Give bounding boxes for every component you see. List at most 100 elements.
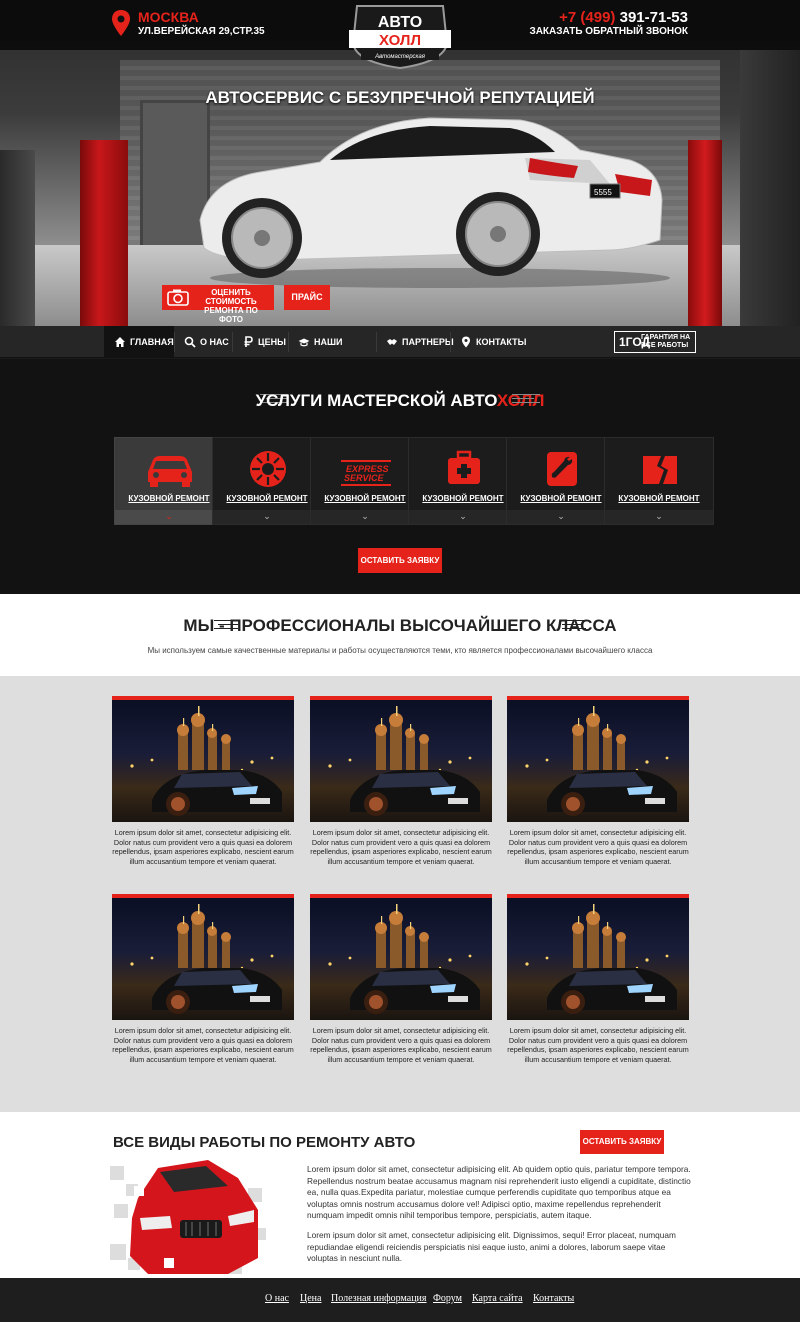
service-card[interactable]: КУЗОВНОЙ РЕМОНТ ⌄ [604,437,714,525]
night-car-photo [328,904,480,1014]
site-logo[interactable]: АВТО ХОЛЛ Автомастерская [347,4,453,70]
nav-item-label: ПАРТНЕРЫ [402,337,454,347]
location-pin-icon [112,10,130,36]
nav-item-label: ГЛАВНАЯ [130,337,174,347]
wrench-icon [547,452,577,486]
card-text: Lorem ipsum dolor sit amet, consectetur … [310,828,492,866]
guarantee-badge: 1год ГАРАНТИЯ НА ВСЕ РАБОТЫ [614,331,696,353]
chevron-down-icon[interactable]: ⌄ [605,510,713,524]
footer-link-sitemap[interactable]: Карта сайта [472,1293,523,1304]
service-card[interactable]: КУЗОВНОЙ РЕМОНТ ⌄ [506,437,616,525]
footer-link-contacts[interactable]: Контакты [533,1293,574,1304]
nav-item-works[interactable]: НАШИ РАБОТЫ [288,326,376,379]
service-text: SERVICE [344,473,385,483]
service-card[interactable]: КУЗОВНОЙ РЕМОНТ ⌄ [114,437,224,525]
logo-text-top: АВТО [377,14,423,31]
ruble-icon [244,336,253,347]
lift-pillar [688,140,722,326]
brake-disc-icon [250,451,286,487]
order-button[interactable]: ОСТАВИТЬ ЗАЯВКУ [358,548,442,573]
service-label: КУЗОВНОЙ РЕМОНТ [618,494,700,503]
gallery-card[interactable]: Lorem ipsum dolor sit amet, consectetur … [112,894,294,1064]
phone-code: +7 (499) [559,9,616,26]
service-label: КУЗОВНОЙ РЕМОНТ [226,494,308,503]
car-icon [148,456,192,487]
logo-text-bottom: ХОЛЛ [379,32,421,49]
nav-item-prices[interactable]: ЦЕНЫ [232,326,288,358]
chevron-down-icon[interactable]: ⌄ [409,510,517,524]
pin-icon [462,336,470,348]
footer-link-forum[interactable]: Форум [433,1293,462,1304]
phone-digits: 391-71-53 [619,9,688,26]
gallery-card[interactable]: Lorem ipsum dolor sit amet, consectetur … [507,696,689,866]
card-text: Lorem ipsum dolor sit amet, consectetur … [310,1026,492,1064]
title-decoration [512,394,540,403]
service-label: КУЗОВНОЙ РЕМОНТ [520,494,602,503]
handshake-icon [387,339,397,345]
nav-item-home[interactable]: ГЛАВНАЯ [104,326,174,358]
card-image [310,700,492,822]
broken-glass-icon [643,456,677,484]
card-image [112,898,294,1020]
photo-estimate-button[interactable]: ОЦЕНИТЬ СТОИМОСТЬ РЕМОНТА ПО ФОТО [162,285,274,324]
license-plate: 5555 [594,188,612,197]
red-car-puzzle-image [110,1160,266,1274]
chevron-down-icon[interactable]: ⌄ [213,510,321,524]
card-text: Lorem ipsum dolor sit amet, consectetur … [507,1026,689,1064]
card-image [112,700,294,822]
nav-item-about[interactable]: О НАС [174,326,232,358]
night-car-photo [328,706,480,816]
title-decoration [562,620,586,629]
home-icon [115,337,125,347]
night-car-photo [525,706,677,816]
express-service-icon: EXPRESS SERVICE [341,460,391,486]
card-image [507,898,689,1020]
footer-link-useful-info[interactable]: Полезная информация [331,1293,427,1304]
repair-paragraph: Lorem ipsum dolor sit amet, consectetur … [307,1230,676,1263]
chevron-down-icon[interactable]: ⌄ [311,510,419,524]
service-label: КУЗОВНОЙ РЕМОНТ [128,494,210,503]
footer-link-price[interactable]: Цена [300,1293,321,1304]
lift-pillar [80,140,128,326]
night-car-photo [525,904,677,1014]
city-label: МОСКВА [138,9,199,25]
night-car-photo [130,706,282,816]
callback-link[interactable]: ЗАКАЗАТЬ ОБРАТНЫЙ ЗВОНОК [529,26,688,37]
gallery-card[interactable]: Lorem ipsum dolor sit amet, consectetur … [112,696,294,866]
logo-subtitle: Автомастерская [375,54,425,60]
footer: О нас Цена Полезная информация Форум Кар… [0,1278,800,1322]
order-button[interactable]: ОСТАВИТЬ ЗАЯВКУ [580,1130,664,1154]
gallery-card[interactable]: Lorem ipsum dolor sit amet, consectetur … [310,894,492,1064]
pro-title: МЫ - ПРОФЕССИОНАЛЫ ВЫСОЧАЙШЕГО КЛАССА [183,616,617,635]
search-icon [184,336,196,348]
services-title-text: УСЛУГИ МАСТЕРСКОЙ АВТО [255,391,497,410]
card-text: Lorem ipsum dolor sit amet, consectetur … [112,828,294,866]
footer-link-about[interactable]: О нас [265,1293,289,1304]
guarantee-text: ГАРАНТИЯ НА ВСЕ РАБОТЫ [641,334,691,349]
services-section: УСЛУГИ МАСТЕРСКОЙ АВТОХОЛЛ КУЗОВНОЙ РЕМО… [0,359,800,594]
nav-item-contacts[interactable]: КОНТАКТЫ [450,326,526,358]
card-image [507,700,689,822]
nav-item-label: ЦЕНЫ [258,337,286,347]
night-car-photo [130,904,282,1014]
service-card[interactable]: EXPRESS SERVICE КУЗОВНОЙ РЕМОНТ ⌄ [310,437,420,525]
nav-item-label: КОНТАКТЫ [476,337,527,347]
address-label: УЛ.ВЕРЕЙСКАЯ 29,СТР.35 [138,26,265,37]
first-aid-icon [448,450,480,484]
chevron-down-icon[interactable]: ⌄ [507,510,615,524]
works-gallery: Lorem ipsum dolor sit amet, consectetur … [0,676,800,1112]
photo-estimate-label: ОЦЕНИТЬ СТОИМОСТЬ РЕМОНТА ПО ФОТО [204,288,258,324]
service-card[interactable]: КУЗОВНОЙ РЕМОНТ ⌄ [212,437,322,525]
hero-title: АВТОСЕРВИС С БЕЗУПРЕЧНОЙ РЕПУТАЦИЕЙ [205,88,595,107]
camera-icon [167,289,189,306]
gallery-card[interactable]: Lorem ipsum dolor sit amet, consectetur … [310,696,492,866]
chevron-down-icon[interactable]: ⌄ [115,510,223,524]
price-button[interactable]: ПРАЙС [284,285,330,310]
service-card[interactable]: КУЗОВНОЙ РЕМОНТ ⌄ [408,437,518,525]
hero-car-image: 5555 [199,117,670,288]
hero-banner: 5555 МОСКВА УЛ.ВЕРЕЙСКАЯ 29,СТР.35 +7 (4… [0,0,800,326]
gallery-card[interactable]: Lorem ipsum dolor sit amet, consectetur … [507,894,689,1064]
phone-number[interactable]: +7 (499) 391-71-53 [559,9,688,26]
nav-item-partners[interactable]: ПАРТНЕРЫ [376,326,454,358]
lift-pillar [0,150,35,326]
